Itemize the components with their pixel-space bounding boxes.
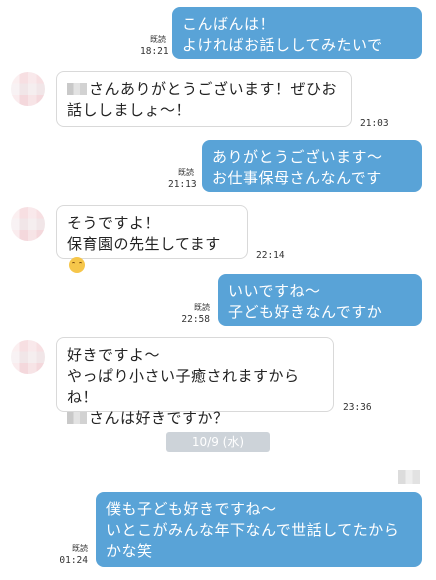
- message-bubble-incoming[interactable]: そうですよ！ 保育園の先生してます: [56, 205, 248, 273]
- message-time: 21:13: [168, 179, 197, 190]
- masked-avatar: [398, 470, 420, 484]
- message-bubble-incoming[interactable]: 好きですよ〜 やっぱり小さい子癒されますからね！ さんは好きですか？: [56, 337, 334, 427]
- message-text-line2: やっぱり小さい子癒されますからね！: [67, 367, 300, 406]
- message-meta: 既読 18:21: [140, 34, 169, 58]
- read-receipt: 既読: [178, 168, 194, 177]
- avatar[interactable]: [11, 207, 45, 241]
- read-receipt: 既読: [150, 35, 166, 44]
- message-text: さんありがとうございます！ぜひお話ししましょ〜！: [67, 80, 338, 119]
- message-text-line3: さんは好きですか？: [89, 409, 229, 427]
- message-meta: 既読 21:13: [168, 167, 197, 191]
- message-bubble-outgoing[interactable]: いいですね〜 子ども好きなんですかー？: [218, 274, 422, 342]
- message-text-line1: そうですよ！: [67, 214, 161, 232]
- message-meta: 既読 01:24: [58, 543, 88, 567]
- read-receipt: 既読: [194, 303, 210, 312]
- message-time: 23:36: [343, 402, 372, 413]
- read-receipt: 既読: [72, 544, 88, 553]
- avatar[interactable]: [11, 72, 45, 106]
- message-bubble-outgoing[interactable]: 僕も子ども好きですね〜 いとこがみんな年下なんで世話してたからかな笑: [96, 492, 422, 567]
- message-bubble-incoming[interactable]: さんありがとうございます！ぜひお話ししましょ〜！: [56, 71, 352, 127]
- message-text-line1: 好きですよ〜: [67, 346, 161, 364]
- masked-name: [67, 83, 87, 95]
- message-time: 21:03: [360, 118, 389, 129]
- message-bubble-outgoing[interactable]: こんばんは！ よければお話ししてみたいです〜: [172, 7, 422, 75]
- message-time: 22:14: [256, 250, 285, 261]
- message-text-line2: 保育園の先生してます: [67, 235, 221, 253]
- message-bubble-outgoing[interactable]: ありがとうございます〜 お仕事保母さんなんですか？: [202, 140, 422, 208]
- message-time: 22:58: [181, 314, 210, 325]
- date-separator: 10/9 (水): [166, 432, 270, 452]
- relieved-face-emoji-icon: [69, 257, 85, 273]
- message-time: 01:24: [59, 555, 88, 566]
- message-time: 18:21: [140, 46, 169, 57]
- message-meta: 既読 22:58: [180, 302, 210, 326]
- avatar[interactable]: [11, 340, 45, 374]
- masked-name: [67, 412, 87, 424]
